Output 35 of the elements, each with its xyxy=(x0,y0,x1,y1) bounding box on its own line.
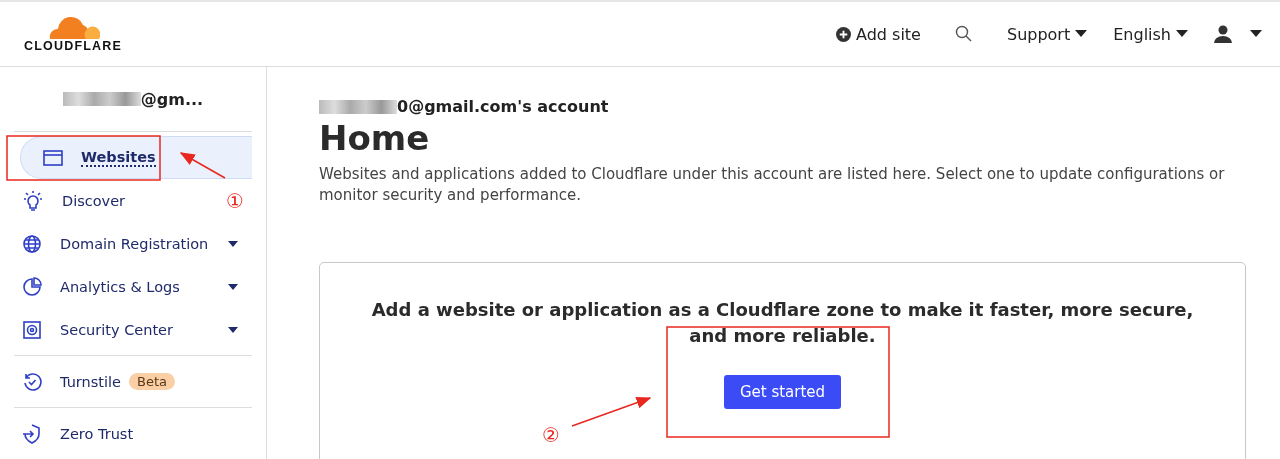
plus-circle-icon xyxy=(836,26,851,42)
search-icon[interactable] xyxy=(954,25,973,43)
globe-icon xyxy=(22,233,42,254)
shield-arrow-icon xyxy=(22,423,42,444)
sidebar-item[interactable]: Domain Registration xyxy=(14,222,252,265)
sidebar-item[interactable]: Analytics & Logs xyxy=(14,265,252,308)
user-menu[interactable] xyxy=(1214,25,1262,43)
step-number: ② xyxy=(542,423,560,447)
account-name: @gm... xyxy=(140,89,204,109)
language-menu[interactable]: English xyxy=(1113,24,1188,44)
card-heading: Add a website or application as a Cloudflare zone to make it faster, more secure, and more reliable. xyxy=(370,298,1195,348)
beta-badge: Beta xyxy=(128,373,175,390)
page-title: Home xyxy=(319,118,431,158)
page-description: Websites and applications added to Cloudflare under this account are listed here. Select one to update configurations or monitor security and performance. xyxy=(319,164,1226,206)
browser-window-icon xyxy=(43,148,63,167)
sidebar-item[interactable]: Discover xyxy=(14,179,140,222)
logo-text: CLOUDFLARE xyxy=(23,39,123,53)
get-started-button[interactable]: Get started xyxy=(723,375,842,409)
support-menu[interactable]: Support xyxy=(1006,24,1088,44)
caret-icon xyxy=(1176,30,1188,38)
sidebar-item[interactable]: Websites xyxy=(20,136,252,179)
sidebar-item[interactable]: Security Center xyxy=(14,308,252,351)
caret-icon xyxy=(1075,30,1088,38)
caret-icon xyxy=(1250,30,1262,38)
safe-icon xyxy=(22,319,42,340)
refresh-check-icon xyxy=(22,371,42,392)
sidebar-item[interactable]: Turnstile Beta xyxy=(14,360,189,403)
step-number: ① xyxy=(226,189,244,213)
lightbulb-icon xyxy=(22,189,44,212)
account-heading: 0@gmail.com's account xyxy=(397,97,609,116)
annotation-arrow xyxy=(179,152,226,179)
user-icon xyxy=(1214,25,1232,43)
sidebar-item[interactable]: Zero Trust xyxy=(14,412,148,455)
add-site-button[interactable]: Add site xyxy=(836,24,921,44)
pie-chart-icon xyxy=(22,276,42,297)
